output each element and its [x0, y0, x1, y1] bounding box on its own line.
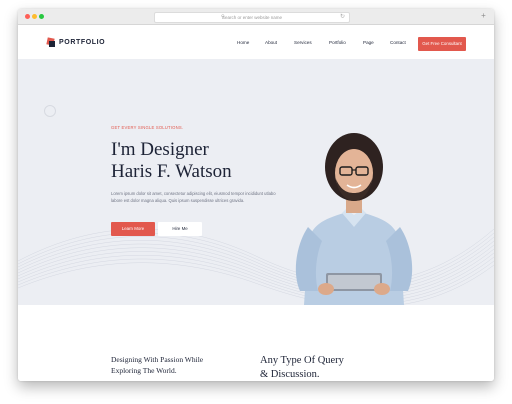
- nav-about[interactable]: About: [265, 40, 277, 45]
- search-icon: ⚲: [221, 14, 225, 20]
- hero-section: GET EVERY SINGLE SOLUTIONS. I'm Designer…: [18, 59, 494, 305]
- site-logo[interactable]: PORTFOLIO: [46, 36, 106, 47]
- site-header: PORTFOLIO Home About Services Portfolio …: [18, 25, 494, 59]
- close-window-button[interactable]: [25, 14, 30, 19]
- passion-heading: Designing With Passion While Exploring T…: [111, 354, 203, 376]
- address-bar[interactable]: ⚲ Search or enter website name ↻: [154, 12, 350, 23]
- headline-line-2: Haris F. Watson: [111, 161, 232, 182]
- hero-headline: I'm Designer Haris F. Watson: [111, 139, 232, 183]
- intro-section: Designing With Passion While Exploring T…: [18, 305, 494, 381]
- designer-photo: [295, 133, 413, 305]
- hero-tagline: GET EVERY SINGLE SOLUTIONS.: [111, 125, 184, 130]
- nav-contact[interactable]: Contact: [390, 40, 406, 45]
- plus-icon[interactable]: +: [479, 11, 488, 21]
- nav-services[interactable]: Services: [294, 40, 312, 45]
- passion-heading-line-1: Designing With Passion While: [111, 355, 204, 364]
- logo-icon: [46, 36, 56, 47]
- logo-text: PORTFOLIO: [59, 38, 106, 46]
- learn-more-button[interactable]: Learn More: [111, 222, 155, 236]
- reload-icon[interactable]: ↻: [340, 13, 345, 22]
- browser-window: ⚲ Search or enter website name ↻ + PORTF…: [18, 9, 494, 381]
- decorative-circle: [44, 105, 56, 117]
- hire-me-button[interactable]: Hire Me: [158, 222, 202, 236]
- browser-toolbar: ⚲ Search or enter website name ↻ +: [18, 9, 494, 25]
- query-heading-line-2: & Discussion.: [260, 369, 320, 380]
- query-heading-line-1: Any Type Of Query: [260, 355, 344, 366]
- nav-home[interactable]: Home: [237, 40, 249, 45]
- passion-heading-line-2: Exploring The World.: [111, 366, 177, 375]
- hero-description: Lorem ipsum dolor sit amet, consectetur …: [111, 191, 276, 203]
- address-bar-placeholder: Search or enter website name: [221, 15, 283, 20]
- get-free-consultant-button[interactable]: Get Free Consultant: [418, 37, 466, 51]
- maximize-window-button[interactable]: [39, 14, 44, 19]
- nav-page[interactable]: Page: [363, 40, 374, 45]
- minimize-window-button[interactable]: [32, 14, 37, 19]
- query-heading: Any Type Of Query & Discussion.: [260, 354, 344, 381]
- headline-line-1: I'm Designer: [111, 139, 209, 160]
- nav-portfolio[interactable]: Portfolio: [329, 40, 346, 45]
